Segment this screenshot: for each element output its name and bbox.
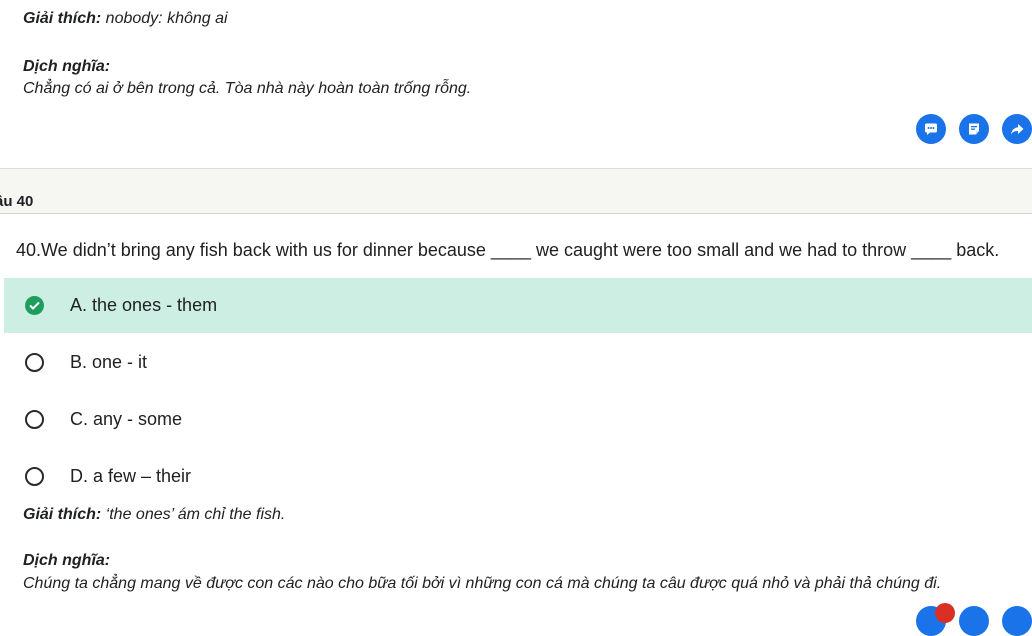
option-a-label: A. the ones - them — [70, 295, 218, 315]
option-b-label: B. one - it — [70, 352, 148, 372]
prev-explanation-text: nobody: không ai — [101, 10, 228, 27]
note-button-partial[interactable] — [959, 606, 989, 636]
prev-explanation-label: Giải thích: — [23, 10, 102, 27]
note-icon — [969, 123, 979, 135]
option-d[interactable]: D. a few – their — [4, 449, 1032, 504]
notification-badge — [935, 603, 955, 623]
comment-button[interactable] — [916, 114, 946, 144]
radio-icon — [25, 467, 44, 486]
question-separator — [0, 168, 1032, 214]
explanation-text: ‘the ones’ ám chỉ the fish. — [101, 506, 286, 523]
note-button[interactable] — [959, 114, 989, 144]
option-c[interactable]: C. any - some — [4, 392, 1032, 447]
prev-translation-text: Chẳng có ai ở bên trong cả. Tòa nhà này … — [23, 80, 472, 97]
action-buttons — [916, 114, 1032, 144]
check-circle-icon — [25, 296, 44, 315]
option-d-label: D. a few – their — [70, 466, 192, 486]
translation-label: Dịch nghĩa: — [23, 552, 111, 569]
share-button[interactable] — [1002, 114, 1032, 144]
option-b[interactable]: B. one - it — [4, 335, 1032, 390]
prev-translation-label: Dịch nghĩa: — [23, 58, 111, 75]
share-icon — [1011, 124, 1024, 135]
radio-icon — [25, 353, 44, 372]
option-a[interactable]: A. the ones - them — [4, 278, 1032, 333]
explanation: Giải thích: ‘the ones’ ám chỉ the fish. — [23, 506, 285, 524]
option-c-label: C. any - some — [70, 409, 183, 429]
share-button-partial[interactable] — [1002, 606, 1032, 636]
prev-explanation: Giải thích: nobody: không ai — [23, 10, 228, 28]
comment-icon — [925, 123, 937, 135]
radio-icon — [25, 410, 44, 429]
question-text: 40.We didn’t bring any fish back with us… — [16, 240, 1000, 260]
explanation-label: Giải thích: — [23, 506, 102, 523]
translation-text: Chúng ta chẳng mang về được con các nào … — [23, 575, 942, 592]
question-number: âu 40 — [0, 193, 34, 210]
